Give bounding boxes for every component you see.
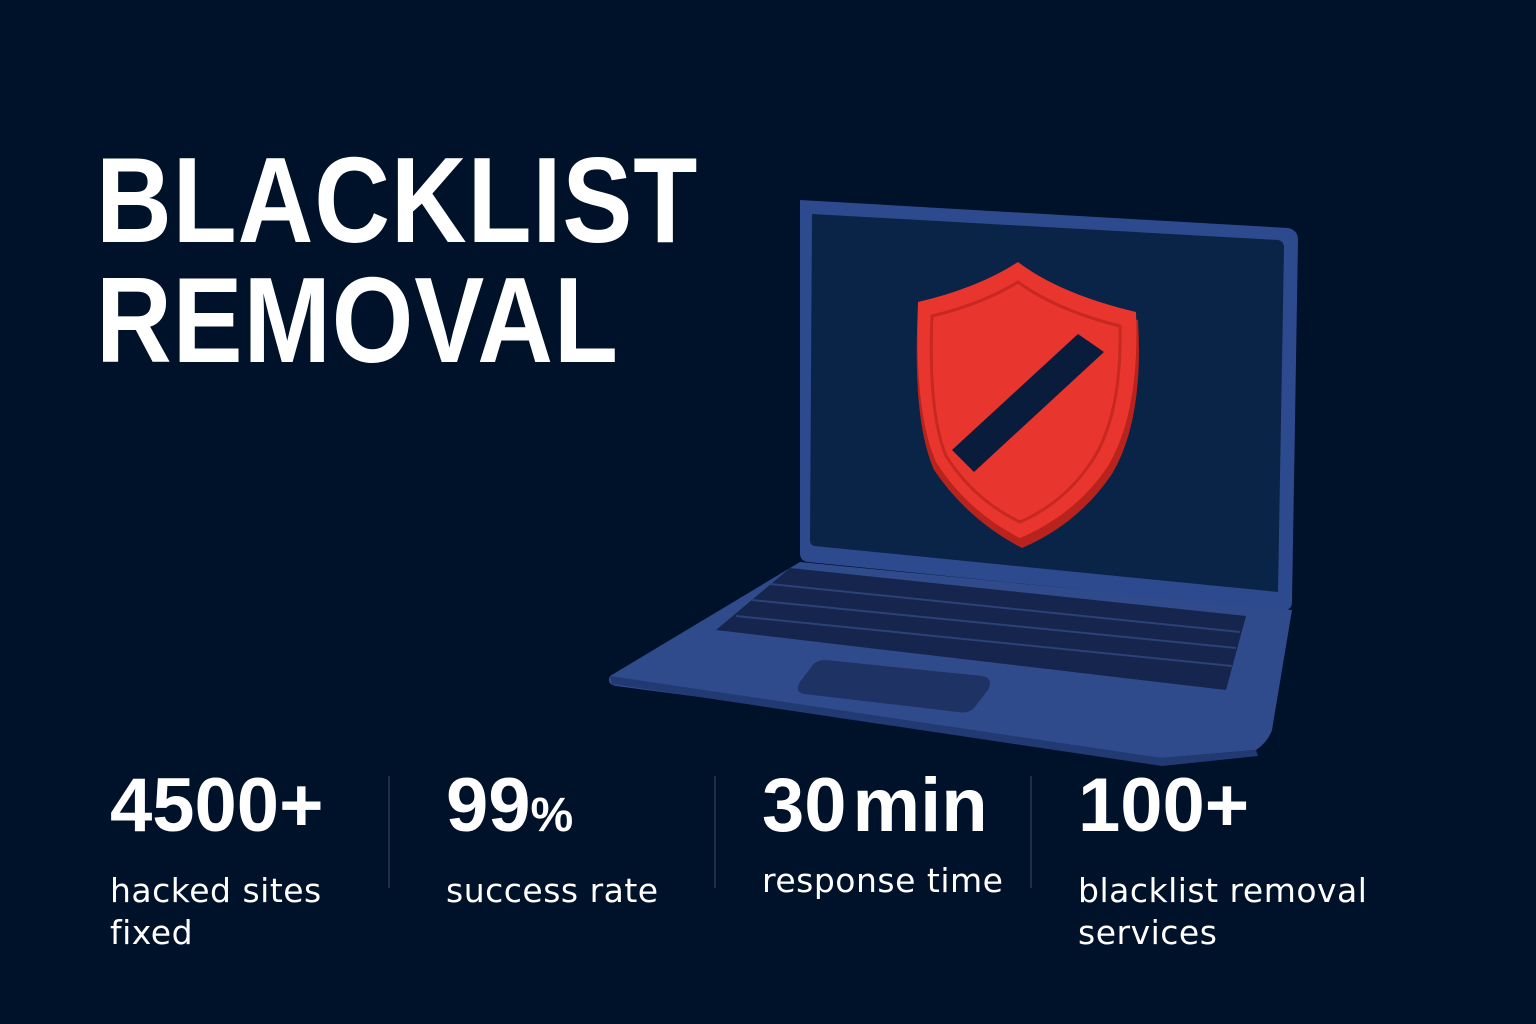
stat-divider [388, 776, 390, 888]
stat-label: hacked sites fixed [110, 871, 322, 952]
stat-label: response time [762, 861, 1004, 900]
stat-value: 100+ [1078, 763, 1250, 848]
stat-response-time: 30min response time [762, 768, 1003, 902]
stat-value: 4500+ [110, 763, 324, 848]
stat-removal-services: 100+ blacklist removal services [1078, 768, 1367, 954]
stat-success-rate: 99% success rate [446, 768, 659, 912]
stat-divider [714, 776, 716, 888]
laptop-icon [608, 200, 1298, 766]
hero-banner: BLACKLIST REMOVAL 4500+ hacked sites fix… [0, 0, 1536, 1024]
stat-label: success rate [446, 871, 659, 910]
laptop-illustration [600, 190, 1320, 780]
stat-divider [1030, 776, 1032, 888]
stat-value: 99% [446, 763, 574, 848]
stat-label: blacklist removal services [1078, 871, 1368, 952]
stat-sites-fixed: 4500+ hacked sites fixed [110, 768, 323, 954]
